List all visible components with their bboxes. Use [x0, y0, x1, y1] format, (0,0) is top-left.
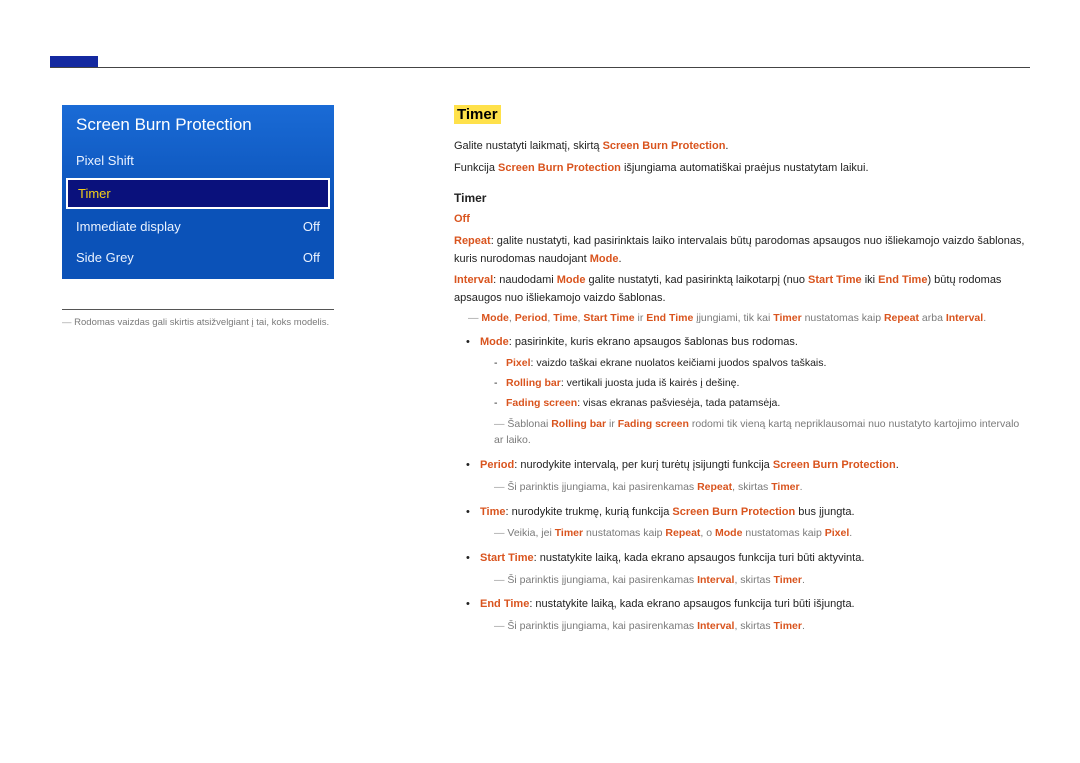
bullet-period: Period: nurodykite intervalą, per kurį t…: [480, 457, 1030, 495]
left-footnote: Rodomas vaizdas gali skirtis atsižvelgia…: [62, 316, 334, 329]
section-title: Timer: [454, 105, 501, 124]
intro-line-1: Galite nustatyti laikmatį, skirtą Screen…: [454, 138, 1030, 156]
screen-burn-menu: Screen Burn Protection Pixel Shift Timer…: [62, 105, 334, 279]
bullet-end-time: End Time: nustatykite laiką, kada ekrano…: [480, 596, 1030, 634]
dash-pixel: Pixel: vaizdo taškai ekrane nuolatos kei…: [506, 355, 1030, 372]
menu-item-timer[interactable]: Timer: [66, 178, 330, 209]
left-note-divider: [62, 309, 334, 310]
menu-item-immediate-display[interactable]: Immediate display Off: [62, 211, 334, 242]
dash-fading-screen: Fading screen: visas ekranas pašviesėja,…: [506, 395, 1030, 412]
off-heading: Off: [454, 213, 1030, 225]
bullet-start-time: Start Time: nustatykite laiką, kada ekra…: [480, 550, 1030, 588]
subsection-title: Timer: [454, 191, 1030, 205]
menu-item-side-grey[interactable]: Side Grey Off: [62, 242, 334, 273]
content-column: Timer Galite nustatyti laikmatį, skirtą …: [454, 105, 1030, 643]
note-end-time: Ši parinktis įjungiama, kai pasirenkamas…: [494, 618, 1030, 635]
repeat-paragraph: Repeat: galite nustatyti, kad pasirinkta…: [454, 233, 1030, 268]
interval-paragraph: Interval: naudodami Mode galite nustatyt…: [454, 272, 1030, 307]
menu-item-label: Immediate display: [76, 219, 181, 234]
menu-item-pixel-shift[interactable]: Pixel Shift: [62, 145, 334, 176]
menu-item-value: Off: [303, 219, 320, 234]
menu-item-label: Pixel Shift: [76, 153, 134, 168]
note-period: Ši parinktis įjungiama, kai pasirenkamas…: [494, 479, 1030, 496]
menu-title: Screen Burn Protection: [62, 105, 334, 145]
note-rolling-fading: Šablonai Rolling bar ir Fading screen ro…: [494, 416, 1030, 450]
note-time: Veikia, jei Timer nustatomas kaip Repeat…: [494, 525, 1030, 542]
note-start-time: Ši parinktis įjungiama, kai pasirenkamas…: [494, 572, 1030, 589]
bullet-mode: Mode: pasirinkite, kuris ekrano apsaugos…: [480, 334, 1030, 450]
intro-line-2: Funkcija Screen Burn Protection išjungia…: [454, 160, 1030, 178]
dash-rolling-bar: Rolling bar: vertikali juosta juda iš ka…: [506, 375, 1030, 392]
left-column: Screen Burn Protection Pixel Shift Timer…: [62, 105, 334, 643]
note-mode-period: Mode, Period, Time, Start Time ir End Ti…: [468, 312, 1030, 324]
menu-item-value: Off: [303, 250, 320, 265]
bullet-time: Time: nurodykite trukmę, kurią funkcija …: [480, 504, 1030, 542]
top-horizontal-rule: [50, 67, 1030, 68]
menu-item-label: Side Grey: [76, 250, 134, 265]
menu-item-label: Timer: [78, 186, 111, 201]
